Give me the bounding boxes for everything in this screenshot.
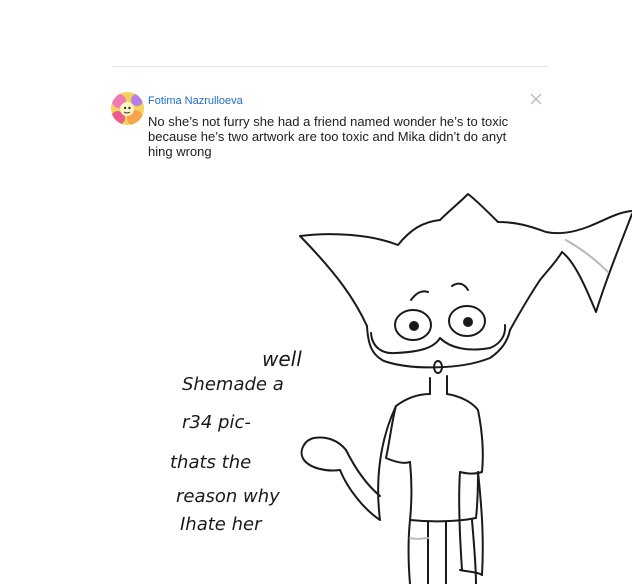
comment-author-name[interactable]: Fotima Nazrulloeva xyxy=(148,94,243,108)
character-sketch xyxy=(299,193,632,584)
sketch-drawing: well Shemade a r34 pic- thats the reason… xyxy=(170,193,632,584)
speech-line: Ihate her xyxy=(180,514,263,535)
author-avatar[interactable] xyxy=(111,92,144,125)
comment-line: hing wrong xyxy=(148,144,212,159)
comment-line: No she’s not furry she had a friend name… xyxy=(148,114,509,129)
speech-line: Shemade a xyxy=(182,374,284,395)
speech-well: well xyxy=(262,347,302,371)
speech-line: reason why xyxy=(176,486,280,507)
avatar-image xyxy=(111,92,144,125)
top-divider xyxy=(112,66,548,67)
speech-text: Shemade a r34 pic- thats the reason why … xyxy=(170,374,284,535)
close-icon[interactable] xyxy=(529,92,543,106)
comment-line: because he’s two artwork are too toxic a… xyxy=(148,129,507,144)
speech-line: thats the xyxy=(170,452,251,473)
speech-line: r34 pic- xyxy=(182,412,251,433)
comment-body: No she’s not furry she had a friend name… xyxy=(148,114,543,159)
